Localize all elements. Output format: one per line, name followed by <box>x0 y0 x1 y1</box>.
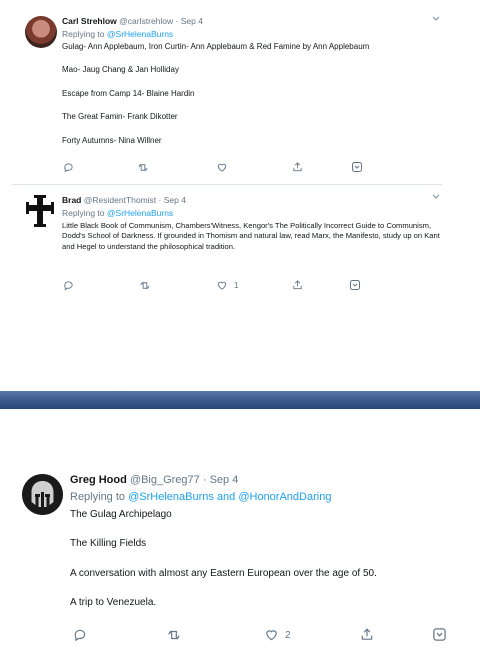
like-count: 1 <box>234 281 239 290</box>
reply-mention-link[interactable]: @SrHelenaBurns <box>107 208 173 218</box>
tweet-line: A trip to Venezuela. <box>70 596 157 608</box>
author-handle[interactable]: @carlstrehlow <box>119 16 173 26</box>
reply-icon[interactable] <box>63 162 74 173</box>
bookmark-icon[interactable] <box>349 279 361 291</box>
replying-to-label: Replying to <box>70 491 126 503</box>
reply-mention-link[interactable]: @SrHelenaBurns <box>107 29 173 39</box>
cross-icon[interactable] <box>24 194 56 228</box>
tweet-line: The Gulag Archipelago <box>70 509 172 520</box>
like-icon[interactable]: 2 <box>264 628 291 642</box>
window-title-bar <box>0 391 480 409</box>
bookmark-icon[interactable] <box>351 161 363 173</box>
share-icon[interactable] <box>360 627 374 642</box>
tweet-line: Mao- Jaug Chang & Jan Holliday <box>62 65 179 75</box>
tweet-carl-strehlow[interactable]: Carl Strehlow @carlstrehlow · Sep 4 Repl… <box>12 6 442 184</box>
reply-mention-link[interactable]: @SrHelenaBurns and @HonorAndDaring <box>128 491 331 503</box>
like-icon[interactable]: 1 <box>216 280 238 291</box>
tweet-date[interactable]: Sep 4 <box>164 195 186 205</box>
chevron-down-icon[interactable] <box>432 192 440 202</box>
tweet-divider <box>12 184 442 185</box>
tweet-line: The Great Famin- Frank Dikotter <box>62 112 178 122</box>
author-name[interactable]: Brad <box>62 195 81 205</box>
author-name[interactable]: Carl Strehlow <box>62 16 117 26</box>
profile-photo-icon[interactable] <box>25 16 57 48</box>
author-handle[interactable]: @ResidentThomist <box>84 195 156 205</box>
author-name[interactable]: Greg Hood <box>70 474 127 486</box>
reply-icon[interactable] <box>63 280 74 291</box>
tweet-greg-hood[interactable]: Greg Hood @Big_Greg77 · Sep 4 Replying t… <box>10 463 480 653</box>
tweet-line: A conversation with almost any Eastern E… <box>70 567 377 579</box>
tweet-brad[interactable]: Brad @ResidentThomist · Sep 4 Replying t… <box>12 186 442 300</box>
tweet-line: Escape from Camp 14- Blaine Hardin <box>62 88 195 98</box>
bookmark-icon[interactable] <box>432 627 447 642</box>
replying-to: Replying to @SrHelenaBurns and @HonorAnd… <box>70 491 331 503</box>
tweet-line: Little Black Book of Communism, Chambers… <box>62 221 440 251</box>
chevron-down-icon[interactable] <box>432 14 440 24</box>
separator-dot: · <box>158 195 162 205</box>
tweet-text: The Gulag Archipelago The Killing Fields… <box>70 508 470 625</box>
tweet-line: Gulag- Ann Applebaum, Iron Curtin- Ann A… <box>62 42 370 51</box>
replying-to: Replying to @SrHelenaBurns <box>62 208 173 218</box>
separator-dot: · <box>175 16 179 26</box>
tweet-line: Forty Autumns- Nina Willner <box>62 135 162 145</box>
share-icon[interactable] <box>292 161 303 173</box>
replying-to-label: Replying to <box>62 29 105 39</box>
like-icon[interactable] <box>216 162 234 173</box>
replying-to-label: Replying to <box>62 208 105 218</box>
retweet-icon[interactable] <box>166 628 182 642</box>
tweet-header: Greg Hood @Big_Greg77 · Sep 4 <box>70 474 238 486</box>
reply-icon[interactable] <box>73 628 87 642</box>
tweet-text: Little Black Book of Communism, Chambers… <box>62 221 440 252</box>
like-count: 2 <box>285 629 291 641</box>
separator-dot: · <box>202 474 207 486</box>
retweet-icon[interactable] <box>137 162 149 173</box>
replying-to: Replying to @SrHelenaBurns <box>62 29 173 39</box>
share-icon[interactable] <box>292 279 303 291</box>
tweet-date[interactable]: Sep 4 <box>210 474 239 486</box>
tweet-header: Carl Strehlow @carlstrehlow · Sep 4 <box>62 16 203 26</box>
author-handle[interactable]: @Big_Greg77 <box>130 474 200 486</box>
tweet-date[interactable]: Sep 4 <box>181 16 203 26</box>
tweet-line: The Killing Fields <box>70 538 147 550</box>
retweet-icon[interactable] <box>139 280 151 291</box>
tweet-text: Gulag- Ann Applebaum, Iron Curtin- Ann A… <box>62 41 442 158</box>
spartan-helmet-icon[interactable] <box>22 474 63 515</box>
tweet-header: Brad @ResidentThomist · Sep 4 <box>62 195 186 205</box>
